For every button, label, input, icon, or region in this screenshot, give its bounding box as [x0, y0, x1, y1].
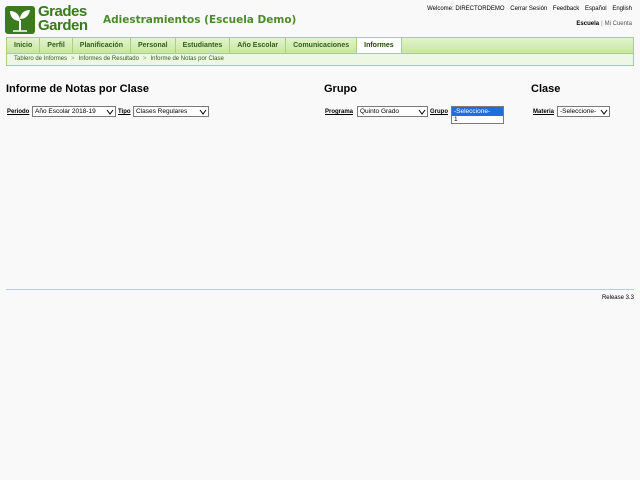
chevron-down-icon: [106, 109, 114, 115]
logout-link[interactable]: Cerrar Sesión: [510, 6, 547, 12]
breadcrumb: Tablero de Informes > Informes de Resultad…: [6, 53, 634, 66]
program-value: Quinto Grado: [360, 108, 400, 115]
class-heading: Clase: [531, 83, 561, 95]
type-label: Tipo: [118, 109, 131, 115]
type-select[interactable]: Clases Regulares: [133, 106, 209, 117]
english-link[interactable]: English: [612, 6, 632, 12]
group-listbox[interactable]: -Seleccione- 1: [451, 106, 504, 124]
separator: |: [601, 21, 603, 27]
nav-item-personal[interactable]: Personal: [131, 38, 176, 53]
main-nav: Inicio Perfil Planificación Personal Est…: [6, 37, 634, 53]
type-value: Clases Regulares: [136, 108, 188, 115]
chevron-down-icon: [418, 109, 426, 115]
top-links: Welcome: DIRECTORDEMO Cerrar Sesión Feed…: [423, 6, 632, 12]
nav-item-planificacion[interactable]: Planificación: [73, 38, 131, 53]
spanish-link[interactable]: Español: [585, 6, 607, 12]
site-title: Adiestramientos (Escuela Demo): [103, 14, 297, 26]
my-account-link[interactable]: Mi Cuenta: [605, 21, 632, 27]
program-label: Programa: [325, 109, 354, 115]
chevron-down-icon: [600, 109, 608, 115]
subject-label: Materia: [533, 109, 555, 115]
nav-item-inicio[interactable]: Inicio: [7, 38, 41, 53]
period-label: Periodo: [7, 109, 30, 115]
chevron-right-icon: >: [71, 56, 75, 62]
nav-item-estudiantes[interactable]: Estudiantes: [176, 38, 231, 53]
brand-name: Grades Garden: [38, 4, 88, 34]
breadcrumb-item-results[interactable]: Informes de Resultado: [79, 56, 139, 62]
nav-item-perfil[interactable]: Perfil: [40, 38, 73, 53]
footer-divider: [6, 289, 634, 290]
subject-value: -Seleccione-: [560, 108, 597, 115]
nav-item-ano-escolar[interactable]: Año Escolar: [230, 38, 287, 53]
account-switcher: Escuela | Mi Cuenta: [576, 21, 632, 27]
nav-item-comunicaciones[interactable]: Comunicaciones: [286, 38, 358, 53]
chevron-down-icon: [199, 109, 207, 115]
breadcrumb-item-current: Informe de Notas por Clase: [150, 56, 224, 62]
sprout-icon: [5, 6, 35, 34]
page-title: Informe de Notas por Clase: [6, 83, 150, 95]
chevron-right-icon: >: [142, 56, 147, 62]
school-link[interactable]: Escuela: [576, 21, 599, 27]
nav-item-informes[interactable]: Informes: [357, 38, 402, 53]
release-label: Release 3.3: [601, 295, 634, 301]
program-select[interactable]: Quinto Grado: [357, 106, 428, 117]
period-select[interactable]: Año Escolar 2018-19: [32, 106, 116, 117]
brand-line-2: Garden: [38, 17, 88, 34]
breadcrumb-item-dashboard[interactable]: Tablero de Informes: [14, 56, 67, 62]
group-option-selected[interactable]: -Seleccione-: [452, 107, 503, 116]
period-value: Año Escolar 2018-19: [35, 108, 96, 115]
group-label: Grupo: [430, 109, 448, 115]
group-option[interactable]: 1: [452, 116, 503, 124]
subject-select[interactable]: -Seleccione-: [557, 106, 610, 117]
logo[interactable]: Grades Garden: [5, 4, 95, 35]
feedback-link[interactable]: Feedback: [553, 6, 579, 12]
group-heading: Grupo: [324, 83, 357, 95]
welcome-text: Welcome: DIRECTORDEMO: [427, 6, 505, 12]
